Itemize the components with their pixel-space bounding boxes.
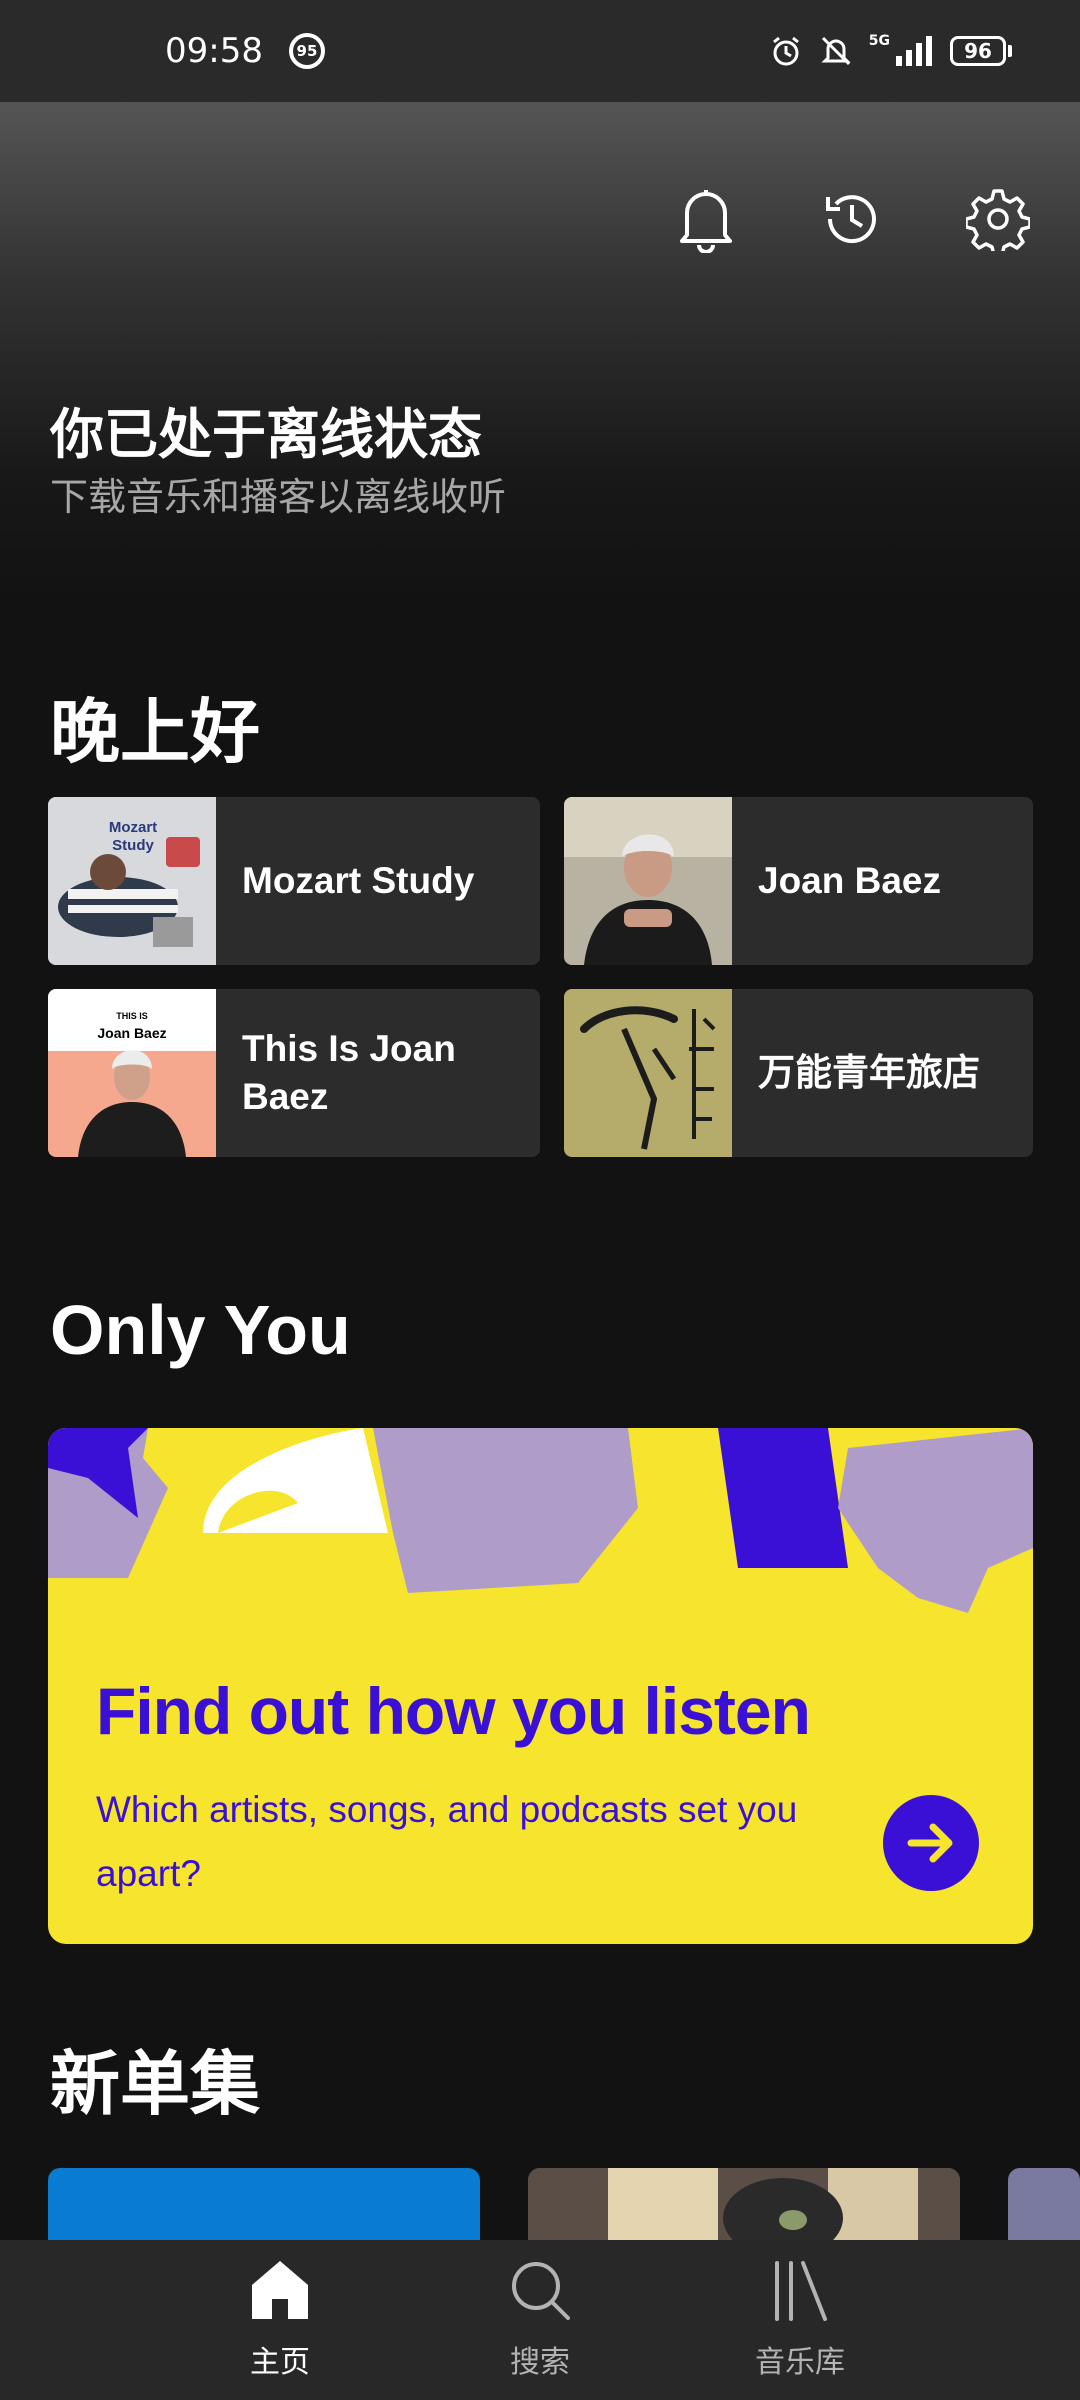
banner-subtitle: Which artists, songs, and podcasts set y… xyxy=(96,1789,798,1894)
quick-item-label: 万能青年旅店 xyxy=(758,1051,980,1093)
library-icon xyxy=(769,2259,831,2325)
status-bar: 09:58 95 5G 96 xyxy=(0,0,1080,102)
header-gradient xyxy=(0,102,1080,602)
joan-baez-cover xyxy=(564,797,732,965)
settings-icon[interactable] xyxy=(966,185,1030,253)
this-is-label: THIS IS xyxy=(116,1011,148,1021)
quick-item-this-is-joan-baez[interactable]: THIS IS Joan Baez This Is Joan Baez xyxy=(48,989,540,1157)
home-screen: 09:58 95 5G 96 你已处于离线状态 下载音乐和播客以离线收听 晚上好… xyxy=(0,0,1080,2400)
this-is-artist-label: Joan Baez xyxy=(97,1025,167,1041)
home-icon xyxy=(250,2259,310,2325)
nav-home-label: 主页 xyxy=(250,2345,310,2380)
nav-library[interactable]: 音乐库 xyxy=(720,2259,880,2381)
quick-item-joan-baez[interactable]: Joan Baez xyxy=(564,797,1033,965)
status-right: 5G 96 xyxy=(769,34,1012,68)
nav-search[interactable]: 搜索 xyxy=(460,2259,620,2381)
new-singles-row xyxy=(48,2168,1080,2248)
arrow-right-icon[interactable] xyxy=(883,1795,979,1891)
only-you-banner[interactable]: Find out how you listen Which artists, s… xyxy=(48,1428,1033,1944)
notification-count-badge: 95 xyxy=(288,33,325,69)
single-card[interactable] xyxy=(48,2168,480,2248)
quick-item-label: Joan Baez xyxy=(758,859,942,901)
nav-home[interactable]: 主页 xyxy=(200,2259,360,2381)
battery-icon: 96 xyxy=(950,36,1012,66)
mozart-study-cover-text: Mozart Study xyxy=(108,819,158,854)
quick-item-mozart-study[interactable]: Mozart Study Mozart Study xyxy=(48,797,540,965)
omnipotent-youth-society-cover xyxy=(564,989,732,1157)
nav-library-label: 音乐库 xyxy=(755,2345,845,2380)
quick-item-label: This Is Joan Baez xyxy=(242,1027,456,1117)
search-icon xyxy=(509,2259,571,2325)
history-icon[interactable] xyxy=(820,185,884,253)
this-is-joan-baez-cover: THIS IS Joan Baez xyxy=(48,989,216,1157)
alarm-icon xyxy=(769,34,803,68)
bell-icon[interactable] xyxy=(674,185,738,253)
new-singles-title: 新单集 xyxy=(50,2043,260,2125)
banner-shapes xyxy=(48,1428,1033,1613)
banner-title: Find out how you listen xyxy=(96,1674,811,1748)
nav-search-label: 搜索 xyxy=(510,2345,570,2380)
offline-subtitle: 下载音乐和播客以离线收听 xyxy=(50,475,507,519)
status-left: 09:58 95 xyxy=(165,31,325,71)
header-actions xyxy=(674,185,1030,253)
signal-icon: 5G xyxy=(869,34,934,68)
network-type: 5G xyxy=(868,33,890,49)
quick-item-omnipotent-youth-society[interactable]: 万能青年旅店 xyxy=(564,989,1033,1157)
greeting-title: 晚上好 xyxy=(50,691,260,773)
quick-access-grid: Mozart Study Mozart Study Joan Baez THIS… xyxy=(48,797,1033,1157)
status-time: 09:58 xyxy=(165,31,263,71)
single-card[interactable] xyxy=(528,2168,960,2248)
mute-icon xyxy=(819,34,853,68)
mozart-study-cover: Mozart Study xyxy=(48,797,216,965)
only-you-title: Only You xyxy=(50,1291,351,1369)
bottom-navigation: 主页 搜索 音乐库 xyxy=(0,2240,1080,2400)
quick-item-label: Mozart Study xyxy=(242,859,475,901)
offline-title: 你已处于离线状态 xyxy=(50,403,482,466)
single-card[interactable] xyxy=(1008,2168,1080,2248)
battery-level: 96 xyxy=(950,36,1006,66)
